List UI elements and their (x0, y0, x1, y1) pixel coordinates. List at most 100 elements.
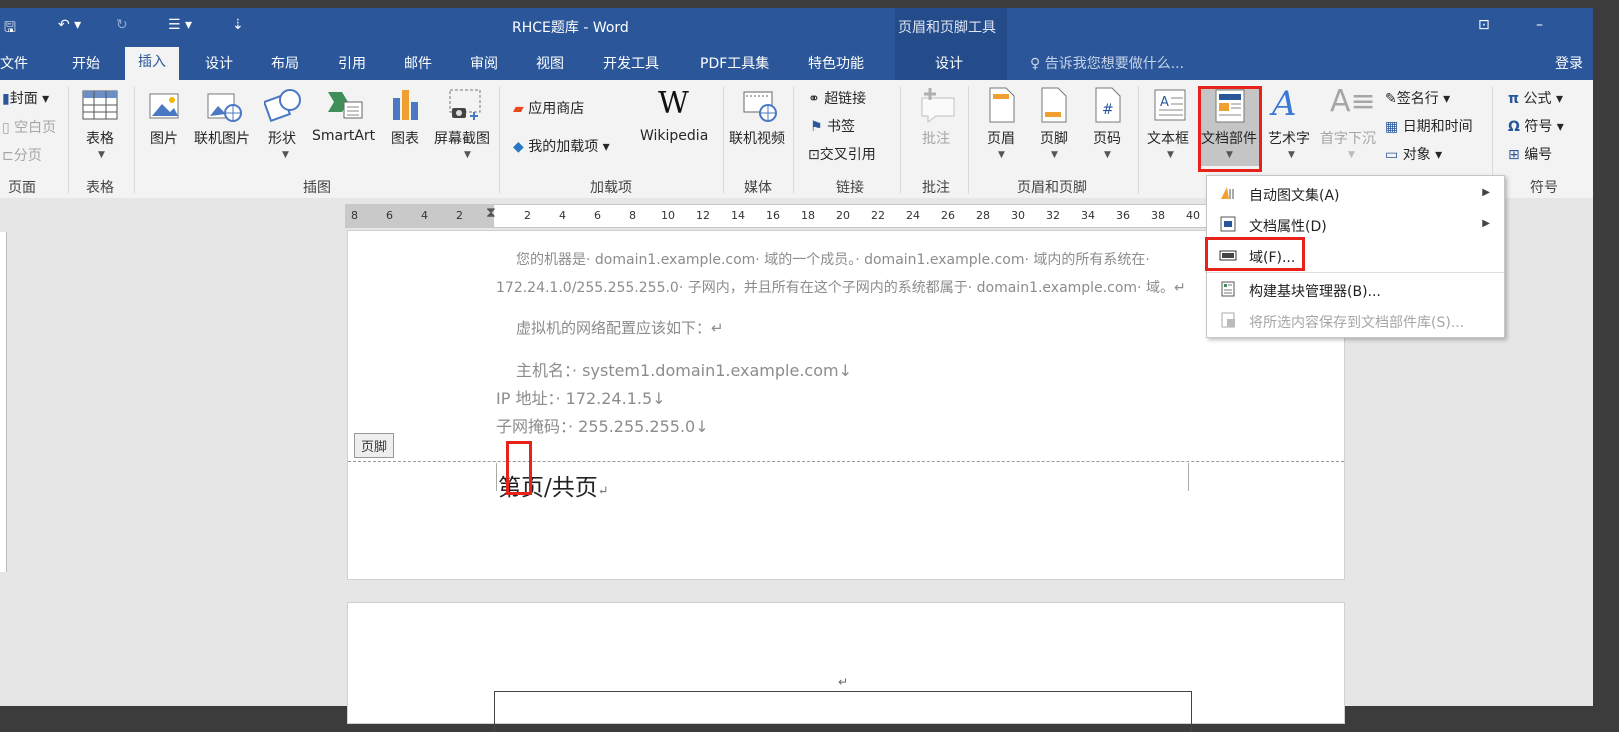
dropcap-button[interactable]: 首字下沉 (1320, 128, 1376, 148)
ruler-number: 14 (731, 209, 745, 222)
header-footer-tools-label: 页眉和页脚工具 (898, 20, 996, 36)
equation-label: 公式 (1523, 91, 1552, 107)
bookmark-icon: ⚑ (810, 119, 823, 135)
hyperlink-button[interactable]: ⚭ 超链接 (808, 88, 866, 108)
vertical-ruler[interactable] (0, 232, 7, 572)
textbox-button[interactable]: 文本框 (1147, 128, 1189, 148)
ruler-number: 28 (976, 209, 990, 222)
page-number-button[interactable]: 页码 (1093, 128, 1121, 148)
my-addins-button[interactable]: ◆ 我的加载项 ▾ (513, 136, 610, 156)
cover-page-button[interactable]: ▮封面 ▾ (2, 88, 49, 108)
hyperlink-label: 超链接 (824, 91, 867, 107)
submenu-arrow-icon: ▶ (1482, 187, 1490, 198)
online-video-button[interactable]: 联机视频 (729, 128, 785, 148)
tab-references[interactable]: 引用 (338, 53, 366, 73)
cross-reference-label: 交叉引用 (819, 147, 876, 163)
list-format-icon[interactable]: ☰ ▾ (168, 17, 192, 33)
doc-line-netmask: 子网掩码：· 255.255.255.0↓ (496, 417, 709, 436)
redo-icon[interactable]: ↻ (116, 17, 128, 33)
blank-page-button[interactable]: ▯ 空白页 (2, 117, 56, 137)
undo-icon[interactable]: ↶ ▾ (58, 17, 81, 33)
tab-insert[interactable]: 插入 (125, 47, 179, 80)
paragraph-mark: ↵ (597, 484, 609, 499)
ruler-number: 32 (1046, 209, 1060, 222)
save-icon[interactable]: 🖫 (4, 17, 16, 41)
page-break-icon: ⊏ (2, 148, 14, 164)
group-label-illustrations: 插图 (303, 180, 331, 196)
horizontal-ruler[interactable]: ⧗ 8 6 4 2 2 4 6 8 10 12 14 16 18 20 22 2… (345, 204, 1337, 228)
comment-button[interactable]: 批注 (922, 128, 950, 148)
bookmark-button[interactable]: ⚑ 书签 (810, 116, 855, 136)
footer-button[interactable]: 页脚 (1040, 128, 1068, 148)
object-button[interactable]: ▭ 对象 ▾ (1385, 144, 1442, 164)
tab-header-footer-design[interactable]: 设计 (935, 53, 963, 73)
menu-item-autotext[interactable]: 自动图文集(A) ▶ (1207, 179, 1504, 209)
title-bar: 🖫 ↶ ▾ ↻ ☰ ▾ ⇣ RHCE题库 - Word 页眉和页脚工具 ⊡ – (0, 8, 1593, 42)
table-icon (82, 90, 118, 120)
ruler-number: 8 (629, 209, 636, 222)
dropcap-icon: A≡ (1330, 84, 1376, 119)
page-break-button[interactable]: ⊏分页 (2, 145, 42, 165)
store-icon: ▰ (513, 101, 524, 117)
tab-design[interactable]: 设计 (205, 53, 233, 73)
date-time-button[interactable]: ▦ 日期和时间 (1385, 116, 1473, 136)
cross-reference-button[interactable]: ⊡交叉引用 (808, 144, 876, 164)
symbol-label: 符号 (1524, 119, 1553, 135)
ruler-number: 26 (941, 209, 955, 222)
wordart-button[interactable]: 艺术字 (1268, 128, 1310, 148)
tab-home[interactable]: 开始 (72, 53, 100, 73)
tab-special-features[interactable]: 特色功能 (808, 53, 864, 73)
chevron-down-icon: ▼ (1051, 150, 1058, 160)
online-video-icon (743, 91, 777, 122)
chevron-down-icon: ▼ (1104, 150, 1111, 160)
page-number-icon: # (1095, 87, 1121, 123)
shapes-button[interactable]: 形状 (268, 128, 296, 148)
login-link[interactable]: 登录 (1555, 53, 1583, 73)
equation-button[interactable]: π 公式 ▾ (1508, 88, 1563, 108)
picture-button[interactable]: 图片 (150, 128, 178, 148)
ruler-number: 2 (524, 209, 531, 222)
ruler-number: 2 (456, 209, 463, 222)
ribbon-display-icon[interactable]: ⊡ (1478, 17, 1490, 33)
cross-reference-icon: ⊡ (808, 147, 820, 163)
wikipedia-button[interactable]: Wikipedia (640, 128, 708, 144)
header-button[interactable]: 页眉 (987, 128, 1015, 148)
menu-item-document-property[interactable]: 文档属性(D) ▶ (1207, 210, 1504, 240)
chevron-down-icon: ▼ (1167, 150, 1174, 160)
indent-marker-icon[interactable]: ⧗ (486, 205, 496, 221)
smartart-button[interactable]: SmartArt (312, 128, 375, 144)
menu-item-building-blocks[interactable]: 构建基块管理器(B)... (1207, 275, 1504, 305)
signature-line-button[interactable]: ✎签名行 ▾ (1385, 88, 1450, 108)
tell-me-box[interactable]: ♀ 告诉我您想要做什么... (1030, 53, 1184, 73)
highlight-box-quick-parts (1198, 86, 1262, 172)
table-button[interactable]: 表格 (86, 128, 114, 148)
group-label-tables: 表格 (86, 180, 114, 196)
tab-view[interactable]: 视图 (536, 53, 564, 73)
menu-item-save-selection[interactable]: 将所选内容保存到文档部件库(S)... (1207, 306, 1504, 336)
ruler-number: 38 (1151, 209, 1165, 222)
tab-layout[interactable]: 布局 (271, 53, 299, 73)
store-button[interactable]: ▰ 应用商店 (513, 98, 584, 118)
customize-toolbar-icon[interactable]: ⇣ (232, 17, 244, 33)
group-divider (793, 86, 794, 194)
tab-developer[interactable]: 开发工具 (603, 53, 659, 73)
tab-review[interactable]: 审阅 (470, 53, 498, 73)
chart-button[interactable]: 图表 (391, 128, 419, 148)
tab-mailings[interactable]: 邮件 (404, 53, 432, 73)
online-picture-button[interactable]: 联机图片 (194, 128, 250, 148)
svg-text:A: A (1160, 95, 1169, 110)
number-icon: ⊞ (1508, 147, 1520, 163)
menu-item-label: 自动图文集(A) (1249, 188, 1340, 204)
chevron-down-icon: ▼ (1348, 150, 1355, 160)
bookmark-label: 书签 (827, 119, 856, 135)
number-button[interactable]: ⊞ 编号 (1508, 144, 1552, 164)
group-label-symbols: 符号 (1530, 180, 1558, 196)
page-1[interactable]: 您的机器是· domain1.example.com· 域的一个成员。· dom… (347, 230, 1345, 580)
tab-file[interactable]: 文件 (0, 53, 28, 73)
minimize-button[interactable]: – (1536, 17, 1543, 33)
doc-line-ip: IP 地址：· 172.24.1.5↓ (496, 389, 666, 408)
page2-table (494, 691, 1192, 732)
screenshot-button[interactable]: 屏幕截图 (434, 128, 490, 148)
symbol-button[interactable]: Ω 符号 ▾ (1508, 116, 1564, 136)
tab-pdf-tools[interactable]: PDF工具集 (700, 53, 769, 73)
